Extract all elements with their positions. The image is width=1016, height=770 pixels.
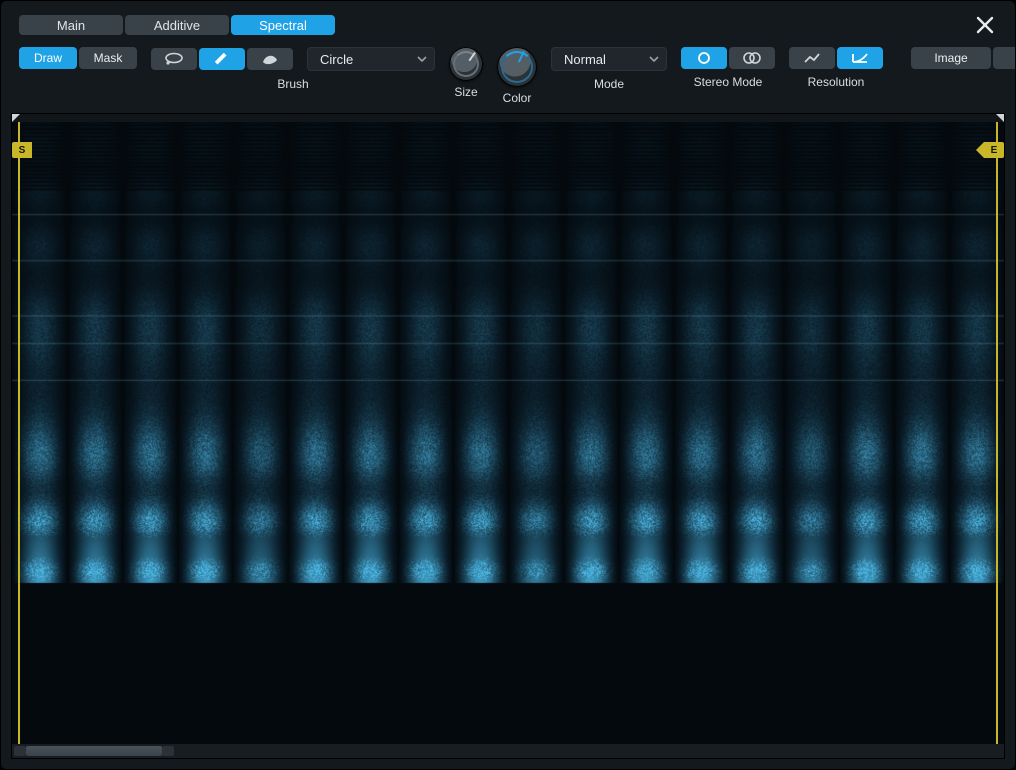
time-ruler[interactable]	[12, 114, 1004, 122]
resolution-group: Resolution	[789, 47, 883, 89]
start-marker-line[interactable]	[18, 122, 22, 744]
resolution-log-button[interactable]	[837, 47, 883, 69]
close-button[interactable]	[975, 15, 995, 35]
linked-circles-icon	[742, 51, 762, 65]
mode-group: Normal Mode	[551, 47, 667, 91]
draw-button[interactable]: Draw	[19, 47, 77, 69]
toolbar: Draw Mask	[1, 41, 1015, 109]
tool-mode-group: Draw Mask	[19, 47, 137, 69]
spectrogram-canvas[interactable]: S E	[12, 122, 1004, 744]
image-button[interactable]: Image	[911, 47, 991, 69]
brush-label: Brush	[277, 77, 308, 91]
color-label: Color	[503, 91, 532, 105]
tab-main[interactable]: Main	[19, 15, 123, 35]
mode-label: Mode	[594, 77, 624, 91]
clear-button[interactable]: Clear	[993, 47, 1016, 69]
horizontal-scrollbar[interactable]	[12, 744, 1004, 758]
linear-curve-icon	[803, 51, 821, 65]
color-group: Color	[497, 47, 537, 105]
size-label: Size	[454, 85, 477, 99]
close-icon	[975, 15, 995, 35]
pencil-tool[interactable]	[199, 48, 245, 70]
resolution-label: Resolution	[808, 75, 865, 89]
start-marker-flag[interactable]: S	[12, 142, 32, 158]
ruler-end-handle[interactable]	[996, 114, 1004, 122]
log-curve-icon	[851, 51, 869, 65]
tab-additive[interactable]: Additive	[125, 15, 229, 35]
brush-group: Circle Brush	[151, 47, 435, 91]
lasso-icon	[164, 52, 184, 66]
spectrogram-panel: S E	[11, 113, 1005, 759]
end-marker-flag[interactable]: E	[984, 142, 1004, 158]
scroll-cap-right[interactable]	[162, 746, 174, 756]
circle-icon	[696, 51, 712, 65]
stereo-mode-group: Stereo Mode	[681, 47, 775, 89]
stereo-mono-button[interactable]	[681, 47, 727, 69]
chevron-down-icon	[416, 53, 428, 65]
smudge-tool[interactable]	[247, 48, 293, 70]
color-knob[interactable]	[497, 47, 537, 87]
resolution-linear-button[interactable]	[789, 47, 835, 69]
size-group: Size	[449, 47, 483, 99]
end-marker-line[interactable]	[994, 122, 998, 744]
scroll-thumb[interactable]	[26, 746, 162, 756]
brush-shape-select[interactable]: Circle	[307, 47, 435, 71]
mode-select[interactable]: Normal	[551, 47, 667, 71]
size-knob[interactable]	[449, 47, 483, 81]
pencil-icon	[213, 52, 231, 66]
ruler-start-handle[interactable]	[12, 114, 20, 122]
scroll-cap-left[interactable]	[14, 746, 26, 756]
spectral-editor-window: Main Additive Spectral Draw Mask	[0, 0, 1016, 770]
lasso-tool[interactable]	[151, 48, 197, 70]
brush-shape-value: Circle	[320, 52, 353, 67]
mask-button[interactable]: Mask	[79, 47, 137, 69]
stereo-linked-button[interactable]	[729, 47, 775, 69]
chevron-down-icon	[648, 53, 660, 65]
mode-value: Normal	[564, 52, 606, 67]
tab-spectral[interactable]: Spectral	[231, 15, 335, 35]
tab-bar: Main Additive Spectral	[19, 15, 1015, 35]
smudge-icon	[260, 52, 280, 66]
stereo-mode-label: Stereo Mode	[694, 75, 763, 89]
